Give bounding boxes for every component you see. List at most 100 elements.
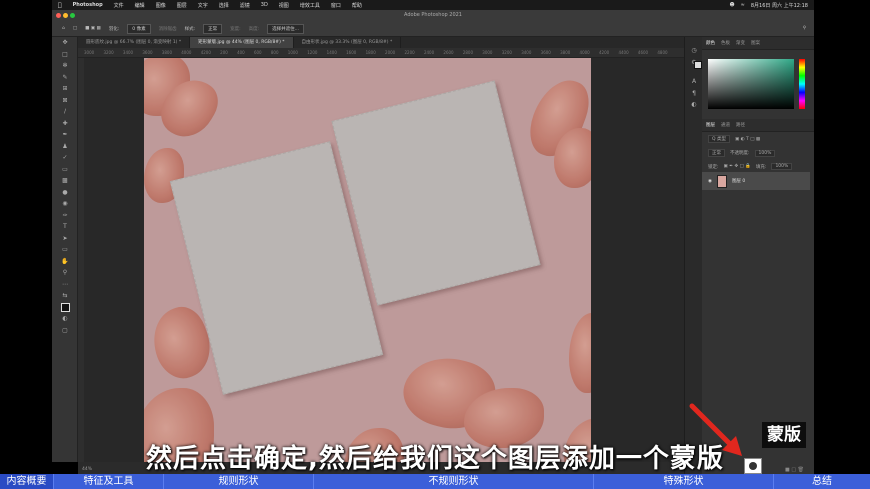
adjustments-icon[interactable]: ◐ bbox=[685, 99, 703, 111]
chapter-irregular-shapes[interactable]: 不规则形状 bbox=[314, 474, 594, 489]
color-picker-field[interactable] bbox=[708, 59, 794, 109]
gradient-tool-icon[interactable]: ▩ bbox=[52, 175, 78, 187]
menu-app-name[interactable]: Photoshop bbox=[73, 2, 103, 8]
minimize-window-button[interactable] bbox=[63, 13, 68, 18]
marquee-tool-icon[interactable]: □ bbox=[52, 49, 78, 61]
tab-swatches[interactable]: 色板 bbox=[721, 40, 730, 46]
visibility-eye-icon[interactable]: ◉ bbox=[708, 179, 712, 184]
layer-filter-select[interactable]: Q 类型 bbox=[708, 135, 730, 143]
wifi-icon[interactable]: ≈ bbox=[741, 2, 745, 9]
blend-row: 正常 不透明度: 100% bbox=[702, 146, 814, 160]
layers-panel: 图层 通道 路径 Q 类型 ▣ ◐ T □ ▩ 正常 不透明度: 100% 锁定… bbox=[702, 119, 814, 173]
dodge-tool-icon[interactable]: ◉ bbox=[52, 198, 78, 210]
blend-mode-select[interactable]: 正常 bbox=[708, 149, 725, 157]
tab-layers[interactable]: 图层 bbox=[706, 122, 715, 128]
hue-slider[interactable] bbox=[799, 59, 805, 109]
menu-clock[interactable]: 8月16日 周六 上午12:18 bbox=[751, 2, 808, 9]
blur-tool-icon[interactable]: ● bbox=[52, 187, 78, 199]
chapter-progress-bar: 内容概要 特征及工具 规则形状 不规则形状 特殊形状 总结 bbox=[0, 474, 870, 489]
menu-layer[interactable]: 图层 bbox=[177, 2, 187, 9]
quick-select-tool-icon[interactable]: ✎ bbox=[52, 72, 78, 84]
lock-label: 锁定: bbox=[708, 164, 719, 170]
stamp-tool-icon[interactable]: ♟ bbox=[52, 141, 78, 153]
eraser-tool-icon[interactable]: ▭ bbox=[52, 164, 78, 176]
shape-tool-icon[interactable]: ▭ bbox=[52, 244, 78, 256]
brush-tool-icon[interactable]: ✒ bbox=[52, 129, 78, 141]
tab-channels[interactable]: 通道 bbox=[721, 122, 730, 128]
menu-view[interactable]: 视图 bbox=[279, 2, 289, 9]
menu-file[interactable]: 文件 bbox=[114, 2, 124, 9]
lasso-tool-icon[interactable]: ✻ bbox=[52, 60, 78, 72]
history-icon[interactable]: ◷ bbox=[685, 45, 703, 57]
video-subtitle: 然后点击确定,然后给我们这个图层添加一个蒙版 bbox=[146, 444, 724, 474]
crop-tool-icon[interactable]: ⊞ bbox=[52, 83, 78, 95]
home-icon[interactable]: ⌂ bbox=[62, 26, 65, 31]
move-tool-icon[interactable]: ✥ bbox=[52, 37, 78, 49]
tools-panel: ✥ □ ✻ ✎ ⊞ ⊠ ∕ ✚ ✒ ♟ ✓ ▭ ▩ ● ◉ ✑ T ➤ ▭ ✋ … bbox=[52, 37, 78, 462]
chapter-intro[interactable]: 内容概要 bbox=[0, 474, 54, 489]
layer-name[interactable]: 图层 0 bbox=[732, 178, 745, 184]
swap-colors-icon[interactable]: ⇆ bbox=[52, 290, 78, 302]
tab-gradients[interactable]: 渐变 bbox=[736, 40, 745, 46]
layer-filter-row: Q 类型 ▣ ◐ T □ ▩ bbox=[702, 132, 814, 146]
marquee-tool-icon[interactable]: □ bbox=[73, 26, 77, 31]
window-title: Adobe Photoshop 2021 bbox=[404, 12, 462, 18]
chapter-regular-shapes[interactable]: 规则形状 bbox=[164, 474, 314, 489]
eyedropper-tool-icon[interactable]: ∕ bbox=[52, 106, 78, 118]
apple-icon[interactable]:  bbox=[58, 2, 62, 9]
style-select[interactable]: 正常 bbox=[203, 23, 223, 34]
zoom-tool-icon[interactable]: ⚲ bbox=[52, 267, 78, 279]
antialias-checkbox[interactable]: 消除锯齿 bbox=[159, 26, 177, 32]
document-canvas[interactable] bbox=[144, 58, 591, 478]
filter-icons[interactable]: ▣ ◐ T □ ▩ bbox=[735, 137, 760, 142]
selection-mode-icons[interactable]: ■ ▣ ▩ bbox=[85, 26, 101, 31]
doc-tab-1[interactable]: 圆形底纹.jpg @ 66.7% (图层 0, 渐变映射 1) * bbox=[78, 37, 191, 48]
dim-overlay bbox=[144, 58, 591, 478]
menu-window[interactable]: 窗口 bbox=[331, 2, 341, 9]
hand-tool-icon[interactable]: ✋ bbox=[52, 256, 78, 268]
menu-select[interactable]: 选择 bbox=[219, 2, 229, 9]
zoom-window-button[interactable] bbox=[70, 13, 75, 18]
character-icon[interactable]: A bbox=[685, 76, 703, 88]
chapter-summary[interactable]: 总结 bbox=[774, 474, 870, 489]
paragraph-icon[interactable]: ¶ bbox=[685, 88, 703, 100]
horizontal-ruler: 3000 3200 3400 3600 3800 4000 4200 200 4… bbox=[78, 48, 684, 58]
tab-color[interactable]: 颜色 bbox=[706, 40, 715, 46]
foreground-color-swatch[interactable] bbox=[52, 302, 78, 314]
more-tools-icon[interactable]: ⋯ bbox=[52, 279, 78, 291]
menu-filter[interactable]: 滤镜 bbox=[240, 2, 250, 9]
close-window-button[interactable] bbox=[56, 13, 61, 18]
doc-tab-2[interactable]: 矩形蒙版.jpg @ 44% (图层 0, RGB/8#) * bbox=[190, 37, 294, 48]
feather-input[interactable]: 0 像素 bbox=[127, 23, 151, 34]
quick-mask-icon[interactable]: ◐ bbox=[52, 313, 78, 325]
opacity-label: 不透明度: bbox=[730, 151, 750, 156]
tab-patterns[interactable]: 图案 bbox=[751, 40, 760, 46]
layer-row[interactable]: ◉ 图层 0 bbox=[702, 172, 810, 190]
chapter-special-shapes[interactable]: 特殊形状 bbox=[594, 474, 774, 489]
opacity-input[interactable]: 100% bbox=[754, 149, 776, 157]
menu-image[interactable]: 图像 bbox=[156, 2, 166, 9]
fg-color-swatch[interactable] bbox=[694, 61, 702, 69]
menu-type[interactable]: 文字 bbox=[198, 2, 208, 9]
tab-paths[interactable]: 路径 bbox=[736, 122, 745, 128]
path-select-tool-icon[interactable]: ➤ bbox=[52, 233, 78, 245]
doc-tab-3[interactable]: 自由形状.jpg @ 33.3% (图层 0, RGB/8#) * bbox=[294, 37, 402, 48]
fill-label: 填充: bbox=[755, 164, 767, 170]
screen-mode-icon[interactable]: ▢ bbox=[52, 325, 78, 337]
menu-help[interactable]: 帮助 bbox=[352, 2, 362, 9]
feather-label: 羽化: bbox=[108, 26, 120, 32]
menu-plugins[interactable]: 增效工具 bbox=[300, 2, 320, 9]
frame-tool-icon[interactable]: ⊠ bbox=[52, 95, 78, 107]
user-icon[interactable]: ☻ bbox=[729, 2, 734, 9]
lock-icons[interactable]: ▣ ✒ ✥ □ 🔒 bbox=[724, 164, 751, 169]
search-icon[interactable]: ⚲ bbox=[803, 26, 814, 31]
type-tool-icon[interactable]: T bbox=[52, 221, 78, 233]
healing-brush-icon[interactable]: ✚ bbox=[52, 118, 78, 130]
select-and-mask-button[interactable]: 选择并遮住... bbox=[267, 23, 304, 34]
menu-edit[interactable]: 编辑 bbox=[135, 2, 145, 9]
chapter-features-tools[interactable]: 特征及工具 bbox=[54, 474, 164, 489]
fill-input[interactable]: 100% bbox=[771, 163, 793, 170]
menu-3d[interactable]: 3D bbox=[261, 2, 268, 8]
history-brush-icon[interactable]: ✓ bbox=[52, 152, 78, 164]
pen-tool-icon[interactable]: ✑ bbox=[52, 210, 78, 222]
